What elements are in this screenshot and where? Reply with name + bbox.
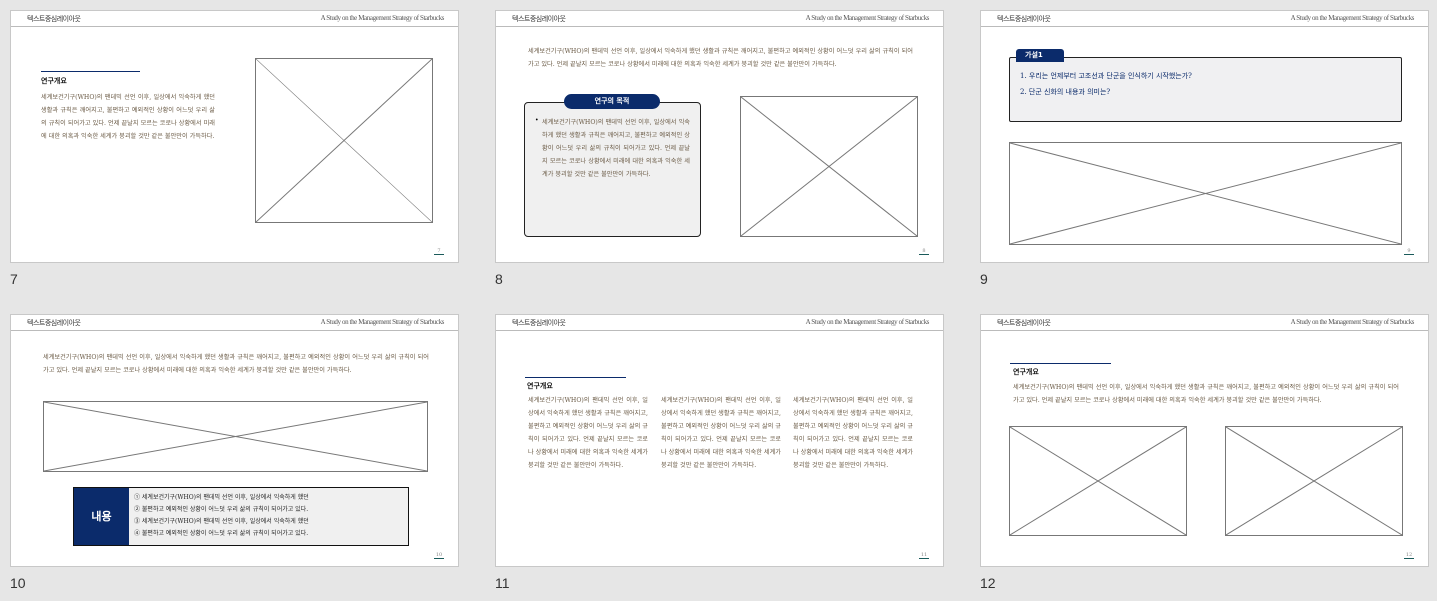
column-text-3: 세계보건기구(WHO)의 팬데믹 선언 이후, 일상에서 익숙하게 했던 생활과… — [793, 397, 913, 469]
body-text: 세계보건기구(WHO)의 팬데믹 선언 이후, 일상에서 익숙하게 했던 생활과… — [528, 48, 913, 68]
header-right: A Study on the Management Strategy of St… — [320, 318, 445, 326]
header-divider — [11, 26, 458, 27]
section-title: 연구개요 — [527, 382, 553, 390]
page-number: 11 — [919, 552, 929, 559]
page-number: 9 — [1404, 248, 1414, 255]
content-box: 내용 ① 세계보건기구(WHO)의 팬데믹 선언 이후, 일상에서 익숙하게 했… — [73, 487, 409, 546]
page-number: 8 — [919, 248, 929, 255]
content-item: ③ 세계보건기구(WHO)의 팬데믹 선언 이후, 일상에서 익숙하게 했던 — [134, 518, 309, 525]
header-divider — [496, 26, 943, 27]
header-left: 텍스트중심레이아웃 — [512, 319, 566, 327]
purpose-text: 세계보건기구(WHO)의 팬데믹 선언 이후, 일상에서 익숙하게 했던 생활과… — [542, 119, 690, 178]
header-right: A Study on the Management Strategy of St… — [1290, 14, 1415, 22]
header-right: A Study on the Management Strategy of St… — [1290, 318, 1415, 326]
purpose-box: • 세계보건기구(WHO)의 팬데믹 선언 이후, 일상에서 익숙하게 했던 생… — [524, 102, 701, 237]
header-left: 텍스트중심레이아웃 — [997, 15, 1051, 23]
header-left: 텍스트중심레이아웃 — [27, 15, 81, 23]
slide-number: 7 — [10, 271, 18, 287]
slide-number: 12 — [980, 575, 996, 591]
column-text-1: 세계보건기구(WHO)의 팬데믹 선언 이후, 일상에서 익숙하게 했던 생활과… — [528, 397, 648, 469]
slide-number: 10 — [10, 575, 26, 591]
image-placeholder — [740, 96, 918, 237]
page-number: 12 — [1404, 552, 1414, 559]
slide-thumbnail-9[interactable]: 텍스트중심레이아웃 A Study on the Management Stra… — [980, 10, 1429, 263]
image-placeholder — [255, 58, 433, 223]
image-placeholder — [43, 401, 428, 472]
body-text: 세계보건기구(WHO)의 팬데믹 선언 이후, 일상에서 익숙하게 했던 생활과… — [41, 94, 215, 140]
content-item: ④ 불편하고 예외적인 상황이 어느덧 우리 삶의 규칙이 되어가고 있다. — [134, 530, 309, 537]
slide-number: 9 — [980, 271, 988, 287]
slide-thumbnail-11[interactable]: 텍스트중심레이아웃 A Study on the Management Stra… — [495, 314, 944, 567]
content-item: ② 불편하고 예외적인 상황이 어느덧 우리 삶의 규칙이 되어가고 있다. — [134, 506, 309, 513]
header-divider — [981, 26, 1428, 27]
column-text-2: 세계보건기구(WHO)의 팬데믹 선언 이후, 일상에서 익숙하게 했던 생활과… — [661, 397, 781, 469]
slide-thumbnail-12[interactable]: 텍스트중심레이아웃 A Study on the Management Stra… — [980, 314, 1429, 567]
section-title: 연구개요 — [41, 77, 67, 85]
header-divider — [496, 330, 943, 331]
header-right: A Study on the Management Strategy of St… — [805, 14, 930, 22]
image-placeholder-left — [1009, 426, 1187, 536]
title-rule — [41, 71, 140, 72]
page-number: 10 — [434, 552, 444, 559]
question-2: 2. 단군 신화의 내용과 의미는? — [1020, 88, 1111, 96]
header-left: 텍스트중심레이아웃 — [512, 15, 566, 23]
slide-thumbnail-10[interactable]: 텍스트중심레이아웃 A Study on the Management Stra… — [10, 314, 459, 567]
question-1: 1. 우리는 언제부터 고조선과 단군을 인식하기 시작했는가? — [1020, 72, 1192, 80]
slide-number: 11 — [495, 575, 510, 591]
purpose-title: 연구의 목적 — [564, 94, 660, 109]
body-text: 세계보건기구(WHO)의 팬데믹 선언 이후, 일상에서 익숙하게 했던 생활과… — [1013, 384, 1399, 404]
header-left: 텍스트중심레이아웃 — [27, 319, 81, 327]
title-rule — [525, 377, 626, 378]
image-placeholder — [1009, 142, 1402, 245]
hypothesis-tab: 가설1 — [1016, 49, 1064, 62]
slide-thumbnail-7[interactable]: 텍스트중심레이아웃 A Study on the Management Stra… — [10, 10, 459, 263]
image-placeholder-right — [1225, 426, 1403, 536]
header-right: A Study on the Management Strategy of St… — [320, 14, 445, 22]
header-left: 텍스트중심레이아웃 — [997, 319, 1051, 327]
header-divider — [981, 330, 1428, 331]
slide-thumbnail-8[interactable]: 텍스트중심레이아웃 A Study on the Management Stra… — [495, 10, 944, 263]
hypothesis-box: 1. 우리는 언제부터 고조선과 단군을 인식하기 시작했는가? 2. 단군 신… — [1009, 57, 1402, 122]
body-text: 세계보건기구(WHO)의 팬데믹 선언 이후, 일상에서 익숙하게 했던 생활과… — [43, 354, 429, 374]
content-label: 내용 — [74, 488, 129, 545]
content-item: ① 세계보건기구(WHO)의 팬데믹 선언 이후, 일상에서 익숙하게 했던 — [134, 494, 309, 501]
section-title: 연구개요 — [1013, 368, 1039, 376]
slide-number: 8 — [495, 271, 503, 287]
header-divider — [11, 330, 458, 331]
content-list: ① 세계보건기구(WHO)의 팬데믹 선언 이후, 일상에서 익숙하게 했던 ②… — [134, 492, 309, 540]
bullet: • — [535, 117, 539, 124]
header-right: A Study on the Management Strategy of St… — [805, 318, 930, 326]
title-rule — [1010, 363, 1111, 364]
page-number: 7 — [434, 248, 444, 255]
